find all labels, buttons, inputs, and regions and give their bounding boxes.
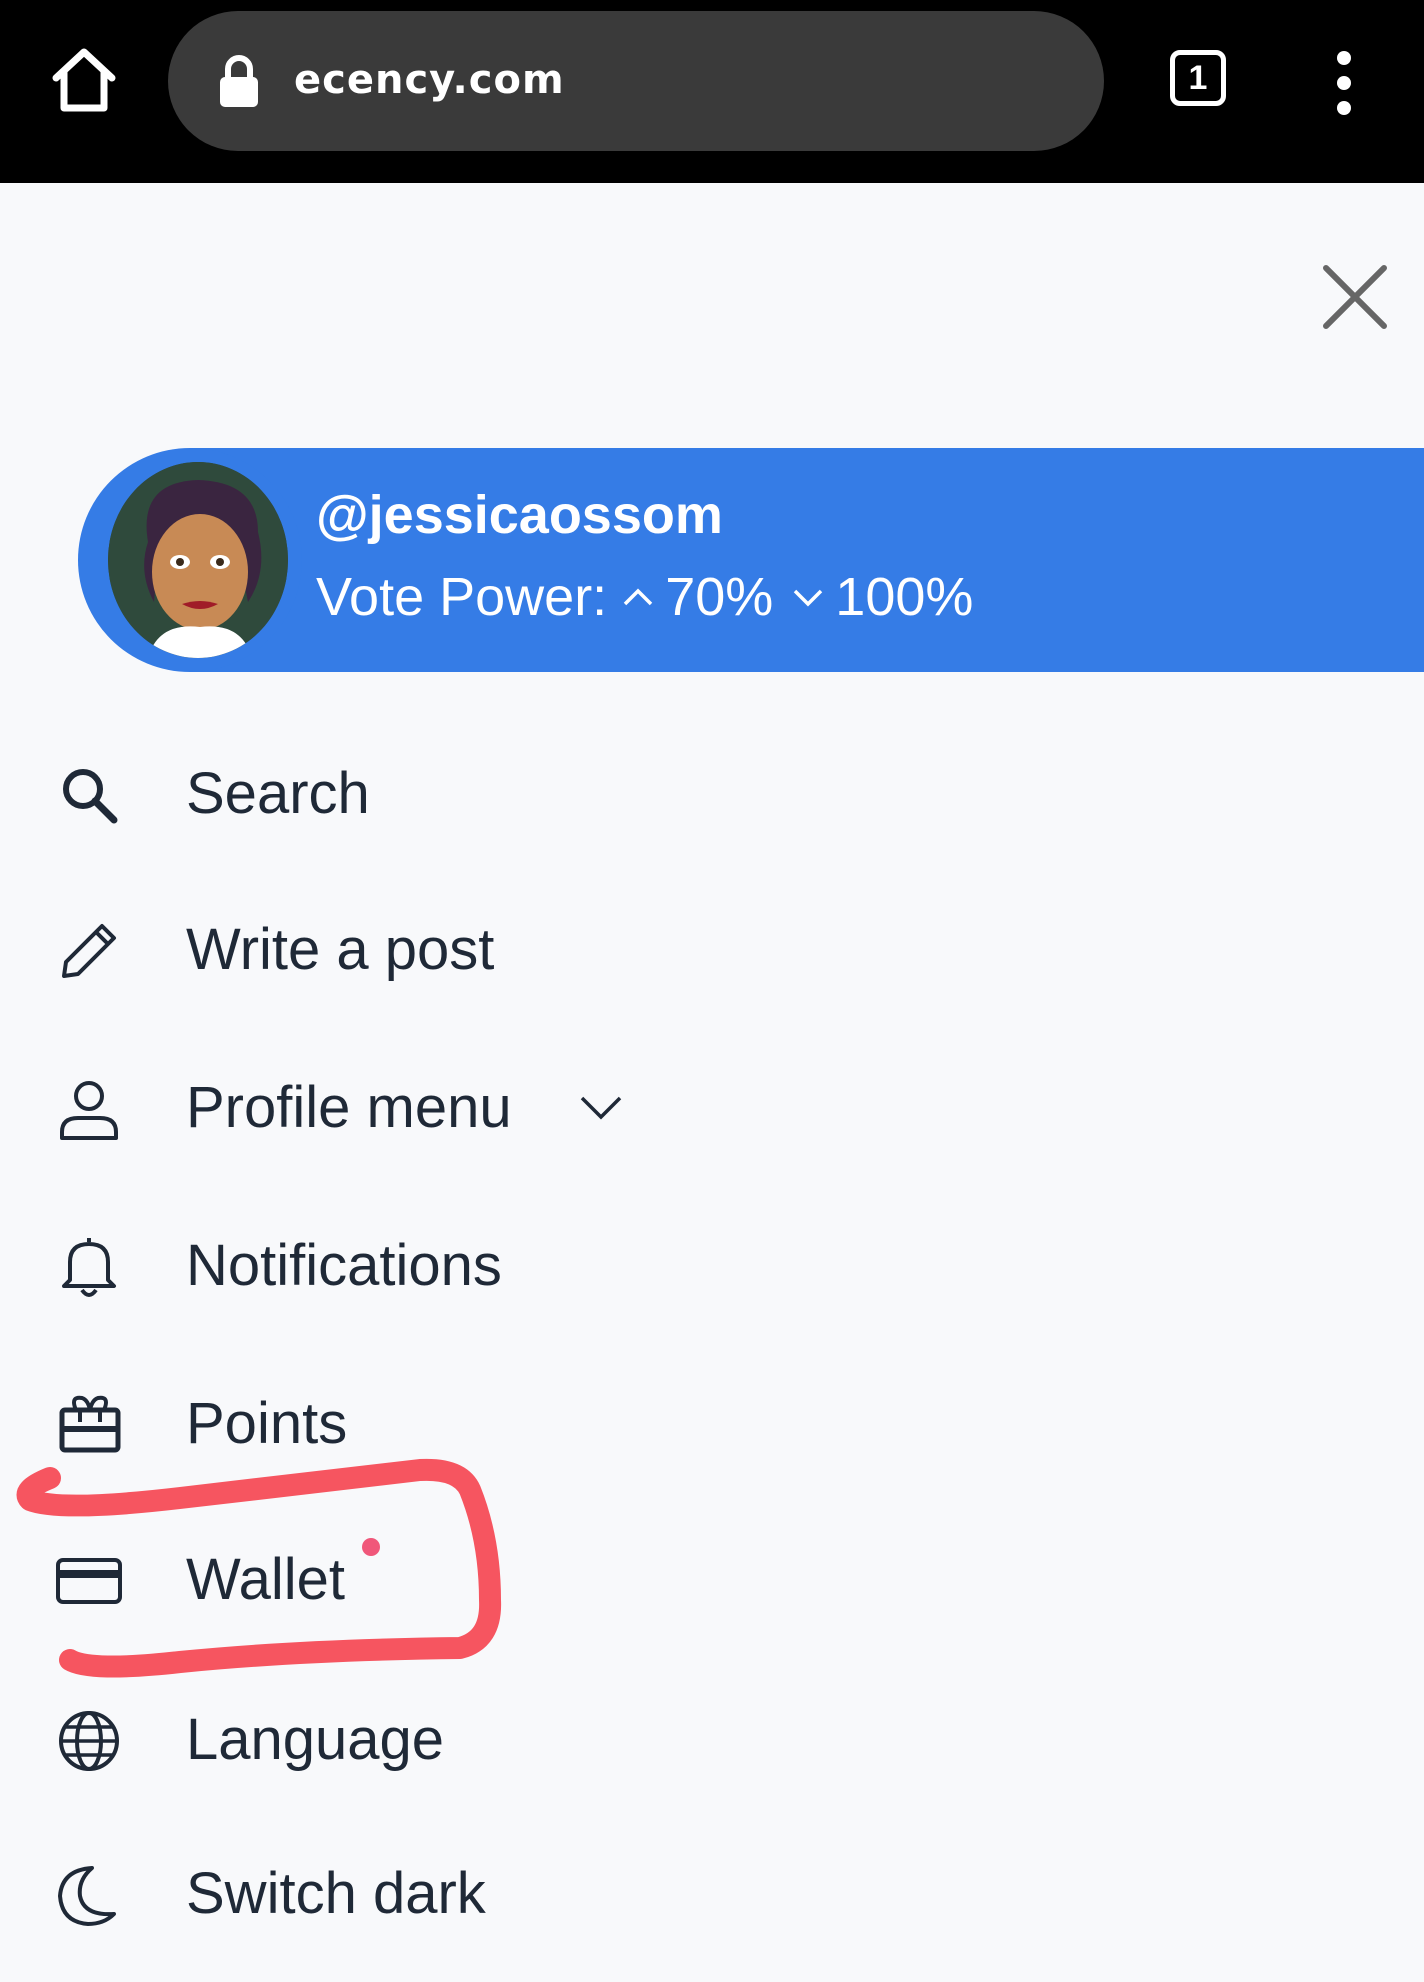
credit-card-icon bbox=[56, 1548, 122, 1614]
browser-toolbar: ecency.com 1 bbox=[0, 0, 1424, 183]
menu-label-search: Search bbox=[186, 761, 370, 826]
notification-dot bbox=[362, 1538, 380, 1556]
user-icon bbox=[56, 1076, 122, 1142]
menu-label-notifications: Notifications bbox=[186, 1233, 502, 1298]
username[interactable]: @jessicaossom bbox=[316, 484, 723, 546]
avatar[interactable] bbox=[108, 462, 288, 658]
menu-label-write-post: Write a post bbox=[186, 917, 495, 982]
address-bar[interactable]: ecency.com bbox=[168, 11, 1104, 151]
chevron-up-icon bbox=[623, 588, 653, 606]
url-text: ecency.com bbox=[294, 57, 565, 103]
menu-item-language[interactable]: Language bbox=[0, 1678, 1424, 1798]
pencil-icon bbox=[56, 918, 122, 984]
gift-icon bbox=[56, 1392, 122, 1458]
vote-up-value: 70% bbox=[665, 567, 774, 627]
vote-power: Vote Power: 70% 100% bbox=[316, 566, 973, 628]
menu-item-profile[interactable]: Profile menu bbox=[0, 1046, 1424, 1166]
home-icon[interactable] bbox=[44, 40, 124, 120]
menu-item-write-post[interactable]: Write a post bbox=[0, 888, 1424, 1008]
menu-label-language: Language bbox=[186, 1707, 445, 1772]
menu-item-points[interactable]: Points bbox=[0, 1362, 1424, 1482]
tab-count: 1 bbox=[1170, 50, 1226, 106]
menu-item-switch-dark[interactable]: Switch dark bbox=[0, 1832, 1424, 1952]
user-card[interactable]: @jessicaossom Vote Power: 70% 100% bbox=[78, 448, 1424, 672]
menu-item-wallet[interactable]: Wallet bbox=[0, 1518, 1424, 1638]
close-icon[interactable] bbox=[1320, 262, 1390, 332]
menu-item-search[interactable]: Search bbox=[0, 732, 1424, 852]
menu-label-points: Points bbox=[186, 1391, 348, 1456]
menu-label-wallet: Wallet bbox=[186, 1547, 345, 1612]
tab-switcher-button[interactable]: 1 bbox=[1170, 50, 1234, 114]
menu-label-switch-dark: Switch dark bbox=[186, 1861, 486, 1926]
vote-power-label: Vote Power: bbox=[316, 567, 608, 627]
moon-icon bbox=[56, 1862, 122, 1928]
menu-label-profile: Profile menu bbox=[186, 1075, 512, 1140]
globe-icon bbox=[56, 1708, 122, 1774]
menu-item-notifications[interactable]: Notifications bbox=[0, 1204, 1424, 1324]
more-menu-icon[interactable] bbox=[1324, 48, 1364, 118]
chevron-down-icon bbox=[794, 589, 823, 607]
search-icon bbox=[56, 762, 122, 828]
vote-down-value: 100% bbox=[835, 567, 974, 627]
user-card-background bbox=[190, 448, 1424, 672]
lock-icon bbox=[218, 53, 260, 109]
bell-icon bbox=[56, 1234, 122, 1300]
chevron-down-icon[interactable] bbox=[578, 1090, 624, 1126]
